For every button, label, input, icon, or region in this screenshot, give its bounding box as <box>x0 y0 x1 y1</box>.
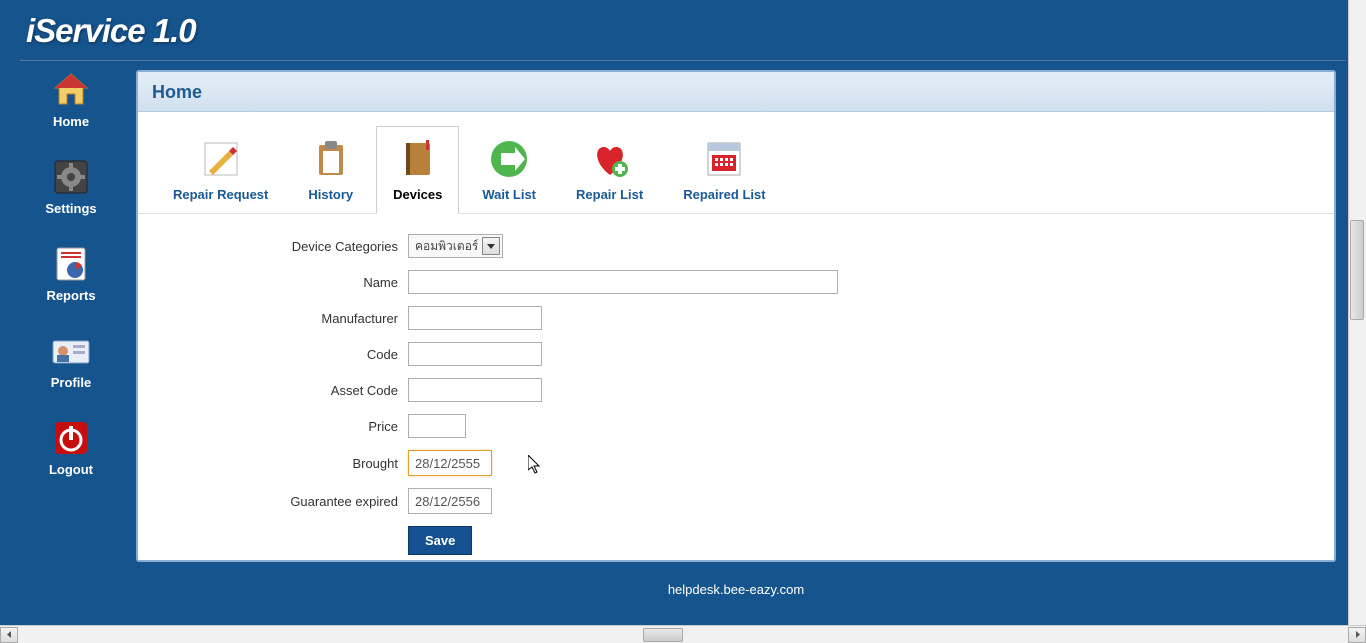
device-form: Device Categories คอมพิวเตอร์ Name Manuf… <box>138 214 1334 555</box>
price-input[interactable] <box>408 414 466 438</box>
name-input[interactable] <box>408 270 838 294</box>
tab-label: Repaired List <box>683 187 765 202</box>
code-input[interactable] <box>408 342 542 366</box>
tab-devices[interactable]: Devices <box>376 126 459 214</box>
device-categories-select[interactable]: คอมพิวเตอร์ <box>408 234 503 258</box>
app-title: iService 1.0 <box>8 0 1358 60</box>
logout-icon <box>51 418 91 458</box>
sidebar-item-profile[interactable]: Profile <box>51 331 91 390</box>
gear-icon <box>51 157 91 197</box>
book-icon <box>396 137 440 181</box>
label-manufacturer: Manufacturer <box>178 311 408 326</box>
tab-label: Repair Request <box>173 187 268 202</box>
asset-code-input[interactable] <box>408 378 542 402</box>
sidebar-item-reports[interactable]: Reports <box>46 244 95 303</box>
tab-wait-list[interactable]: Wait List <box>465 126 553 213</box>
vertical-scrollbar[interactable] <box>1348 0 1366 625</box>
note-edit-icon <box>199 137 243 181</box>
label-code: Code <box>178 347 408 362</box>
sidebar-item-label: Reports <box>46 288 95 303</box>
tab-label: History <box>308 187 353 202</box>
scroll-right-button[interactable] <box>1348 627 1366 643</box>
horizontal-scrollbar[interactable] <box>0 625 1366 643</box>
save-button[interactable]: Save <box>408 526 472 555</box>
label-name: Name <box>178 275 408 290</box>
chevron-down-icon <box>482 237 500 255</box>
sidebar-item-home[interactable]: Home <box>51 70 91 129</box>
brought-input[interactable] <box>408 450 492 476</box>
sidebar-item-settings[interactable]: Settings <box>45 157 96 216</box>
scrollbar-thumb[interactable] <box>643 628 683 642</box>
report-icon <box>51 244 91 284</box>
scrollbar-thumb[interactable] <box>1350 220 1364 320</box>
heart-plus-icon <box>588 137 632 181</box>
tab-repair-request[interactable]: Repair Request <box>156 126 285 213</box>
label-brought: Brought <box>178 456 408 471</box>
sidebar-item-label: Home <box>53 114 89 129</box>
main-panel: Home Repair Request History Devices <box>136 70 1336 562</box>
select-value: คอมพิวเตอร์ <box>415 237 478 256</box>
tab-repaired-list[interactable]: Repaired List <box>666 126 782 213</box>
arrow-right-icon <box>487 137 531 181</box>
sidebar-item-logout[interactable]: Logout <box>49 418 93 477</box>
panel-header: Home <box>138 72 1334 112</box>
label-device-categories: Device Categories <box>178 239 408 254</box>
toolbar: Repair Request History Devices Wait List <box>138 112 1334 214</box>
label-price: Price <box>178 419 408 434</box>
sidebar: Home Settings Reports Profile Logout <box>26 70 116 505</box>
tab-label: Repair List <box>576 187 643 202</box>
sidebar-item-label: Profile <box>51 375 91 390</box>
manufacturer-input[interactable] <box>408 306 542 330</box>
guarantee-expired-input[interactable] <box>408 488 492 514</box>
sidebar-item-label: Settings <box>45 201 96 216</box>
scrollbar-track[interactable] <box>18 627 1348 643</box>
footer-text: helpdesk.bee-eazy.com <box>136 582 1336 597</box>
clipboard-icon <box>309 137 353 181</box>
tab-label: Devices <box>393 187 442 202</box>
scroll-left-button[interactable] <box>0 627 18 643</box>
panel-title: Home <box>152 82 1320 103</box>
profile-icon <box>51 331 91 371</box>
calendar-icon <box>702 137 746 181</box>
home-icon <box>51 70 91 110</box>
header-divider <box>20 60 1346 61</box>
sidebar-item-label: Logout <box>49 462 93 477</box>
tab-repair-list[interactable]: Repair List <box>559 126 660 213</box>
label-guarantee-expired: Guarantee expired <box>178 494 408 509</box>
tab-label: Wait List <box>482 187 536 202</box>
label-asset-code: Asset Code <box>178 383 408 398</box>
tab-history[interactable]: History <box>291 126 370 213</box>
